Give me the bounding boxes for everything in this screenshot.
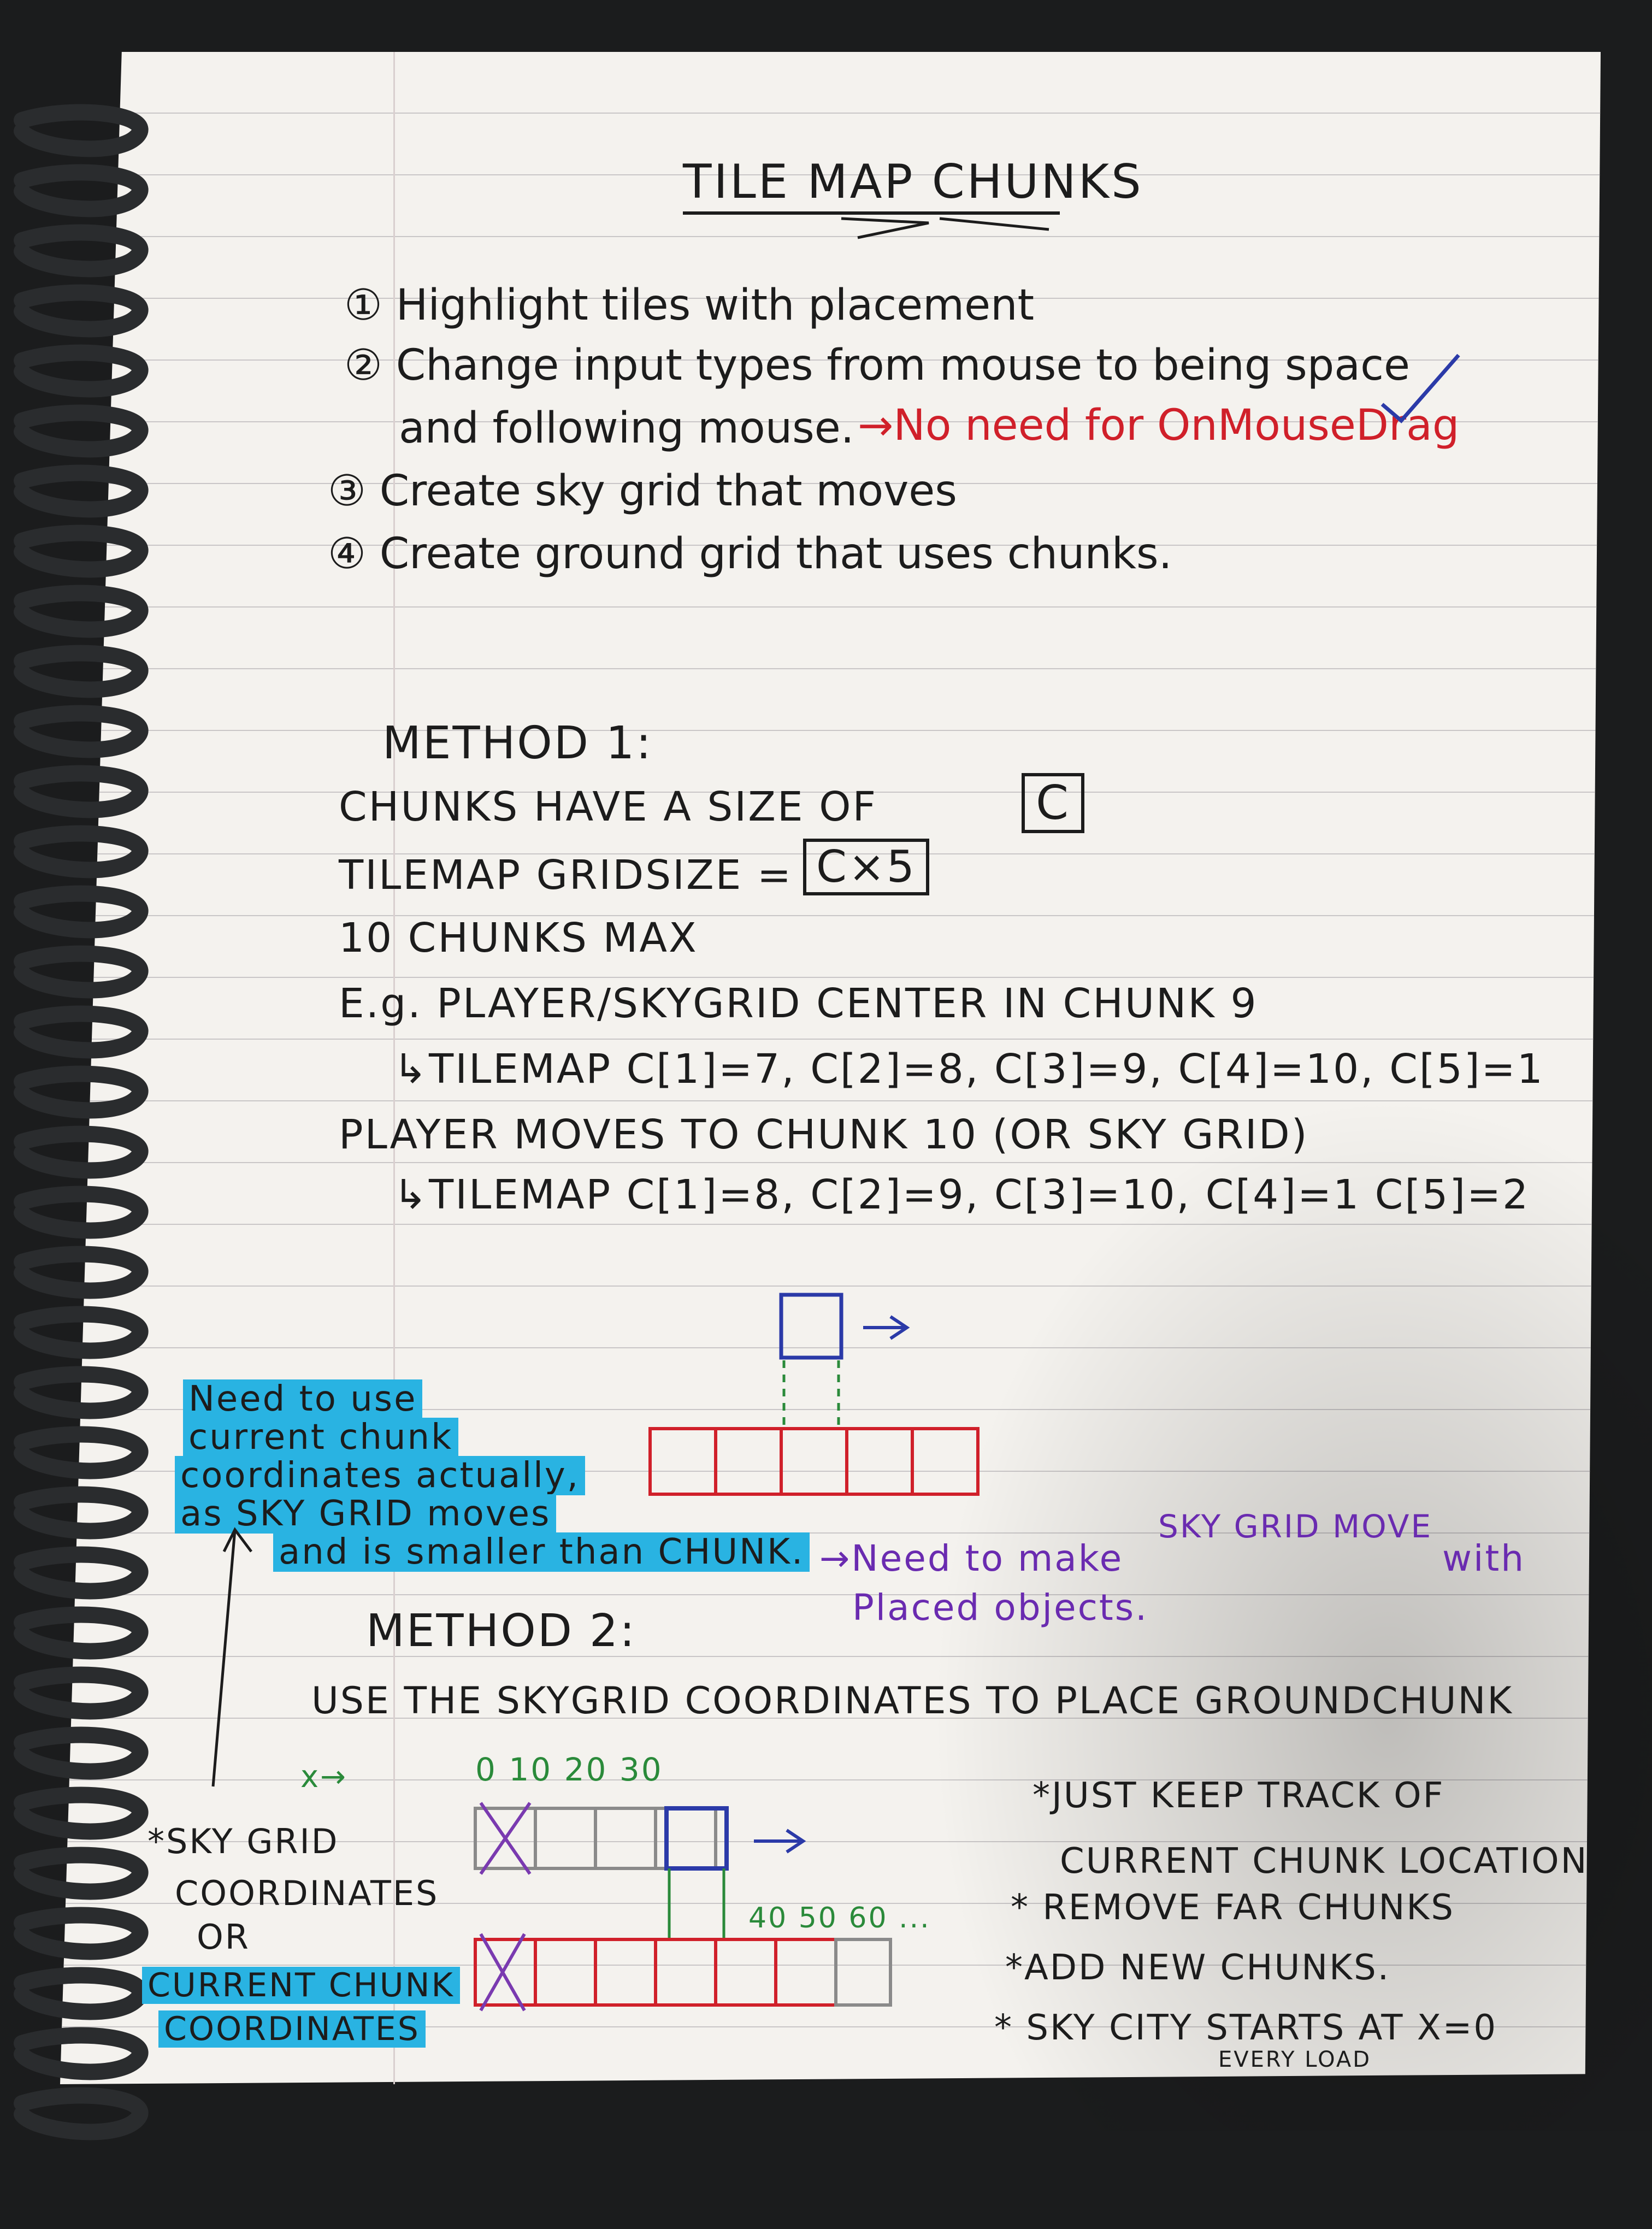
todo-item-2-cont: and following mouse.	[399, 404, 854, 453]
method1-diagram	[648, 1293, 980, 1496]
bullet-4-sub: EVERY LOAD	[1218, 2047, 1372, 2072]
purple-note-line-1: →Need to make	[819, 1537, 1124, 1579]
x-axis-label: x→	[300, 1759, 348, 1795]
purple-note-line-3: with	[1442, 1537, 1526, 1579]
title-underline	[683, 211, 1060, 239]
left-label-3: OR	[197, 1917, 250, 1957]
method1-line-3: 10 CHUNKS MAX	[339, 915, 698, 962]
left-label-2: COORDINATES	[175, 1873, 439, 1913]
method1-line-2: TILEMAP GRIDSIZE =	[339, 852, 793, 899]
bullet-1-cont: CURRENT CHUNK LOCATION	[1060, 1841, 1589, 1882]
todo-item-3: ③ Create sky grid that moves	[328, 467, 957, 516]
method1-heading: METHOD 1:	[382, 717, 653, 769]
method2-line: USE THE SKYGRID COORDINATES TO PLACE GRO…	[311, 1679, 1514, 1723]
todo-item-2-note: →No need for OnMouseDrag	[858, 401, 1460, 450]
todo-item-1: ① Highlight tiles with placement	[344, 281, 1035, 330]
left-label-5: COORDINATES	[158, 2010, 426, 2048]
blue-note-line-5: and is smaller than CHUNK.	[273, 1532, 810, 1572]
chunk-size-box: C	[1022, 773, 1085, 833]
spiral-binding	[14, 104, 149, 2140]
bullet-2: * REMOVE FAR CHUNKS	[1011, 1888, 1455, 1928]
page-title: TILE MAP CHUNKS	[683, 155, 1143, 209]
left-label-4: CURRENT CHUNK	[142, 1967, 460, 2004]
method1-line-5: ↳TILEMAP C[1]=7, C[2]=8, C[3]=9, C[4]=10…	[393, 1046, 1544, 1093]
pointer-arrow	[211, 1527, 252, 1787]
method1-line-1: CHUNKS HAVE A SIZE OF	[339, 783, 878, 830]
blue-note-line-3: coordinates actually,	[175, 1456, 586, 1495]
blue-note-line-1: Need to use	[183, 1379, 423, 1419]
method2-heading: METHOD 2:	[366, 1605, 636, 1657]
top-numbers: 0 10 20 30	[475, 1751, 663, 1788]
method2-diagram	[474, 1802, 892, 2012]
notebook-photo: TILE MAP CHUNKS ① Highlight tiles with p…	[0, 0, 1652, 2203]
method1-line-7: ↳TILEMAP C[1]=8, C[2]=9, C[3]=10, C[4]=1…	[393, 1171, 1530, 1218]
left-label-1: *SKY GRID	[148, 1821, 339, 1861]
todo-item-4: ④ Create ground grid that uses chunks.	[328, 529, 1172, 579]
checkmark-icon	[1380, 353, 1460, 423]
todo-item-2: ② Change input types from mouse to being…	[344, 341, 1410, 390]
bullet-3: *ADD NEW CHUNKS.	[1005, 1948, 1391, 1988]
method1-line-6: PLAYER MOVES TO CHUNK 10 (OR SKY GRID)	[339, 1111, 1309, 1158]
purple-note-line-4: Placed objects.	[852, 1587, 1149, 1629]
blue-note-line-2: current chunk	[183, 1418, 459, 1457]
bullet-4: * SKY CITY STARTS AT X=0	[994, 2008, 1498, 2048]
purple-note-line-2: SKY GRID MOVE	[1158, 1508, 1433, 1545]
method1-line-4: E.g. PLAYER/SKYGRID CENTER IN CHUNK 9	[339, 980, 1258, 1027]
gridsize-box: C×5	[803, 839, 929, 895]
bullet-1: *JUST KEEP TRACK OF	[1032, 1776, 1445, 1816]
